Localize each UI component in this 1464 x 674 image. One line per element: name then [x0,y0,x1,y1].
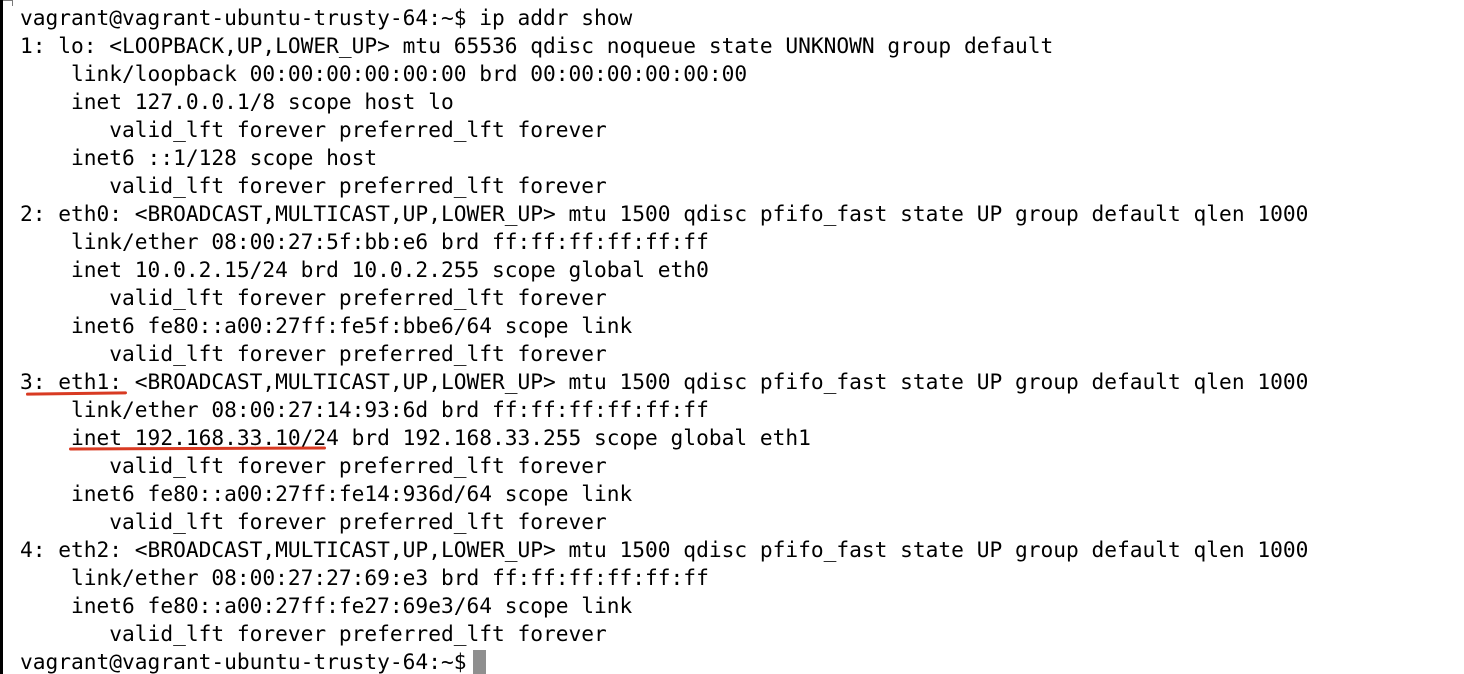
terminal-line-lo-header: 1: lo: <LOOPBACK,UP,LOWER_UP> mtu 65536 … [20,33,1054,58]
terminal-line-eth0-inet6: inet6 fe80::a00:27ff:fe5f:bbe6/64 scope … [20,313,633,338]
terminal-line-eth2-inet6-lifetime: valid_lft forever preferred_lft forever [20,621,607,646]
terminal-output: vagrant@vagrant-ubuntu-trusty-64:~$ ip a… [20,4,1308,674]
text-cursor [473,650,487,674]
terminal-prompt-line[interactable]: vagrant@vagrant-ubuntu-trusty-64:~$ [20,648,1308,674]
terminal-line-eth1-link: link/ether 08:00:27:14:93:6d brd ff:ff:f… [20,397,709,422]
shell-prompt: vagrant@vagrant-ubuntu-trusty-64:~$ [20,649,467,674]
terminal-line-eth1-inet6: inet6 fe80::a00:27ff:fe14:936d/64 scope … [20,481,633,506]
terminal-line-eth0-inet-lifetime: valid_lft forever preferred_lft forever [20,285,607,310]
terminal-line-eth1-header: 3: eth1: <BROADCAST,MULTICAST,UP,LOWER_U… [20,369,1309,394]
terminal-window[interactable]: vagrant@vagrant-ubuntu-trusty-64:~$ ip a… [0,0,1464,674]
terminal-line-eth1-inet6-lifetime: valid_lft forever preferred_lft forever [20,509,607,534]
terminal-line-command: vagrant@vagrant-ubuntu-trusty-64:~$ ip a… [20,5,633,30]
terminal-line-lo-inet: inet 127.0.0.1/8 scope host lo [20,89,454,114]
terminal-line-lo-inet6: inet6 ::1/128 scope host [20,145,378,170]
terminal-line-eth0-link: link/ether 08:00:27:5f:bb:e6 brd ff:ff:f… [20,229,709,254]
terminal-line-eth2-link: link/ether 08:00:27:27:69:e3 brd ff:ff:f… [20,565,709,590]
window-edge-mark [3,0,13,6]
terminal-line-eth0-inet: inet 10.0.2.15/24 brd 10.0.2.255 scope g… [20,257,709,282]
terminal-line-eth0-header: 2: eth0: <BROADCAST,MULTICAST,UP,LOWER_U… [20,201,1309,226]
terminal-line-eth0-inet6-lifetime: valid_lft forever preferred_lft forever [20,341,607,366]
terminal-line-lo-inet6-lifetime: valid_lft forever preferred_lft forever [20,173,607,198]
terminal-line-eth2-header: 4: eth2: <BROADCAST,MULTICAST,UP,LOWER_U… [20,537,1309,562]
terminal-line-eth1-inet-lifetime: valid_lft forever preferred_lft forever [20,453,607,478]
terminal-line-lo-inet-lifetime: valid_lft forever preferred_lft forever [20,117,607,142]
terminal-line-eth2-inet6: inet6 fe80::a00:27ff:fe27:69e3/64 scope … [20,593,633,618]
terminal-line-lo-link: link/loopback 00:00:00:00:00:00 brd 00:0… [20,61,748,86]
